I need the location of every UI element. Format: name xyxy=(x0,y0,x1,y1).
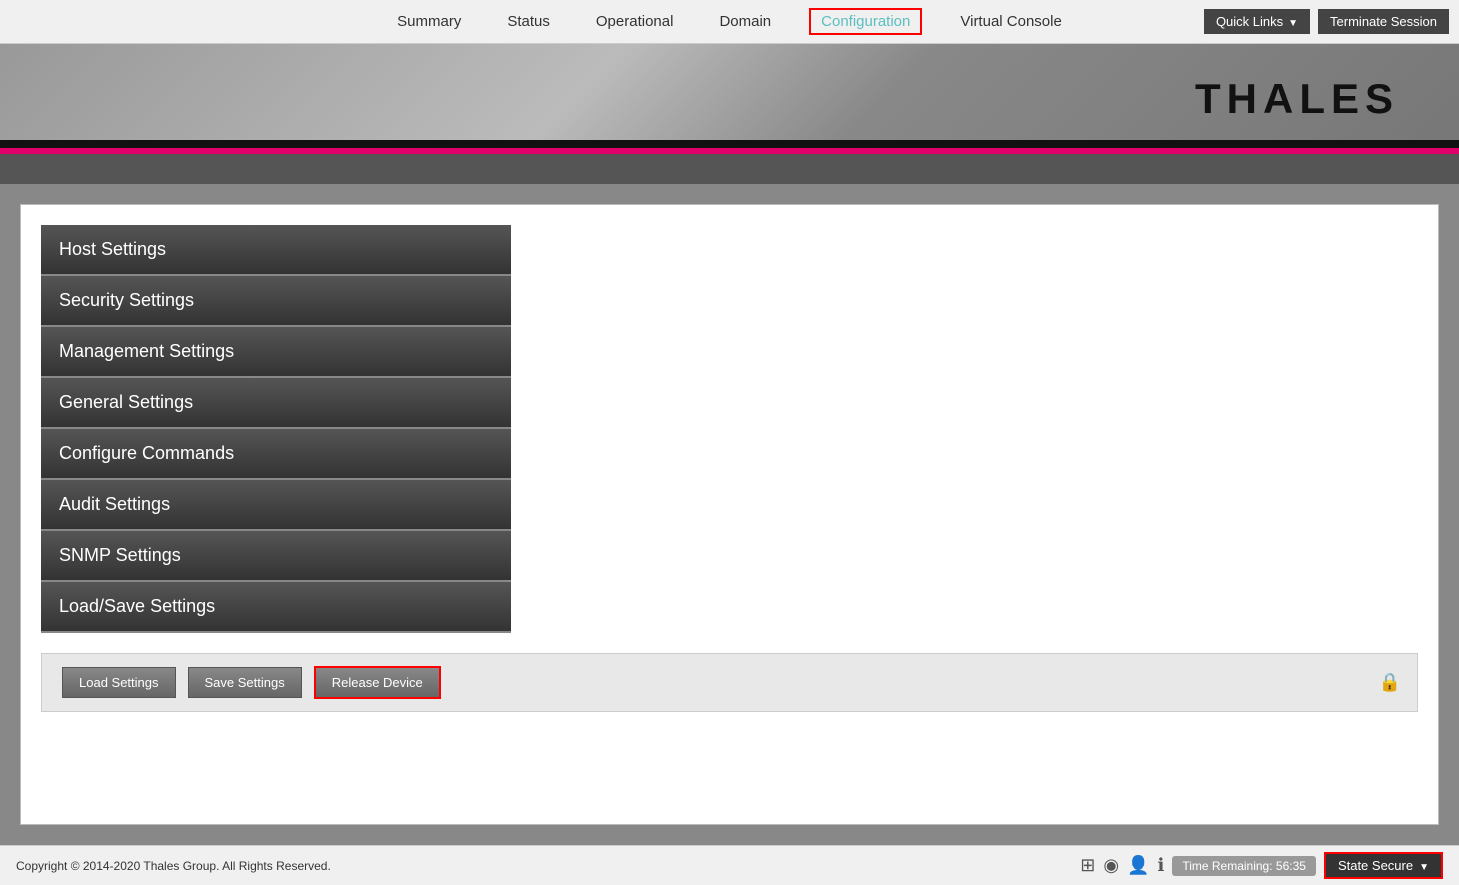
copyright-text: Copyright © 2014-2020 Thales Group. All … xyxy=(16,859,331,873)
header-banner: THALES xyxy=(0,44,1459,154)
release-device-button[interactable]: Release Device xyxy=(314,666,441,699)
info-icon[interactable]: ℹ xyxy=(1157,855,1164,876)
action-bar: Load Settings Save Settings Release Devi… xyxy=(41,653,1418,712)
lock-icon: 🔒 xyxy=(1379,672,1401,693)
nav-virtual-console[interactable]: Virtual Console xyxy=(952,9,1069,34)
sidebar-menu: Host Settings Security Settings Manageme… xyxy=(41,225,511,633)
sidebar-item-security-settings[interactable]: Security Settings xyxy=(41,276,511,327)
state-secure-chevron-icon xyxy=(1419,858,1429,873)
sidebar-item-load-save-settings[interactable]: Load/Save Settings xyxy=(41,582,511,633)
time-remaining-badge: Time Remaining: 56:35 xyxy=(1172,856,1316,876)
sidebar-item-management-settings[interactable]: Management Settings xyxy=(41,327,511,378)
sidebar-item-snmp-settings[interactable]: SNMP Settings xyxy=(41,531,511,582)
top-navigation: Summary Status Operational Domain Config… xyxy=(0,0,1459,44)
nav-links: Summary Status Operational Domain Config… xyxy=(389,8,1070,35)
sidebar-item-host-settings[interactable]: Host Settings xyxy=(41,225,511,276)
quick-links-button[interactable]: Quick Links xyxy=(1204,9,1310,34)
nav-operational[interactable]: Operational xyxy=(588,9,682,34)
load-settings-button[interactable]: Load Settings xyxy=(62,667,176,698)
sidebar-item-configure-commands[interactable]: Configure Commands xyxy=(41,429,511,480)
thales-logo: THALES xyxy=(1195,75,1399,123)
chevron-down-icon xyxy=(1288,14,1298,29)
nav-status[interactable]: Status xyxy=(499,9,558,34)
nav-domain[interactable]: Domain xyxy=(711,9,779,34)
sidebar-item-general-settings[interactable]: General Settings xyxy=(41,378,511,429)
main-area: Host Settings Security Settings Manageme… xyxy=(0,184,1459,845)
grid-icon[interactable]: ⊞ xyxy=(1080,855,1095,876)
footer-right: ⊞ ◉ 👤 ℹ Time Remaining: 56:35 State Secu… xyxy=(1080,852,1443,879)
sidebar-item-audit-settings[interactable]: Audit Settings xyxy=(41,480,511,531)
user-icon[interactable]: 👤 xyxy=(1127,855,1149,876)
dark-sub-bar xyxy=(0,154,1459,184)
footer: Copyright © 2014-2020 Thales Group. All … xyxy=(0,845,1459,885)
nav-configuration[interactable]: Configuration xyxy=(809,8,922,35)
terminate-session-button[interactable]: Terminate Session xyxy=(1318,9,1449,34)
content-card: Host Settings Security Settings Manageme… xyxy=(20,204,1439,825)
state-secure-button[interactable]: State Secure xyxy=(1324,852,1443,879)
nav-right-actions: Quick Links Terminate Session xyxy=(1204,9,1449,34)
nav-summary[interactable]: Summary xyxy=(389,9,469,34)
circle-icon[interactable]: ◉ xyxy=(1103,855,1119,876)
save-settings-button[interactable]: Save Settings xyxy=(188,667,302,698)
